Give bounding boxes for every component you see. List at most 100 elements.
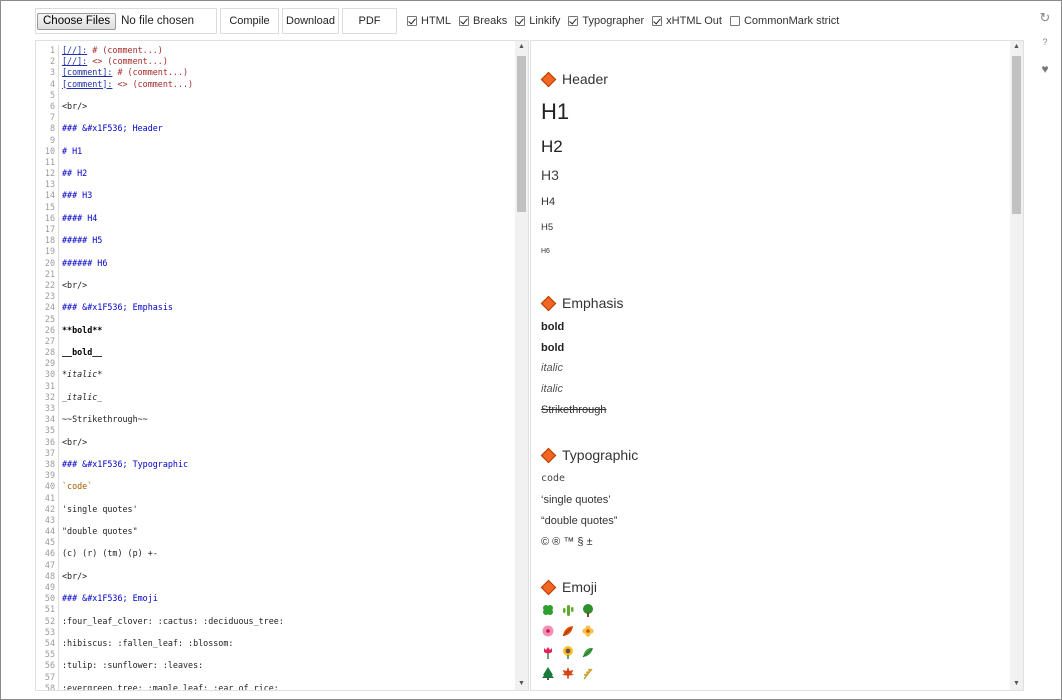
code-line[interactable]: 1 [//]: # (comment...)	[36, 45, 514, 57]
checkbox[interactable]	[458, 16, 469, 26]
line-text: #### H4	[62, 212, 98, 223]
code-line[interactable]: 16 #### H4	[36, 212, 514, 224]
code-line[interactable]: 41	[36, 492, 514, 504]
scroll-up-icon[interactable]: ▲	[515, 41, 528, 53]
code-line[interactable]: 22 <br/>	[36, 279, 514, 292]
scroll-down-icon[interactable]: ▼	[1010, 678, 1023, 690]
heart-icon[interactable]: ♥	[1038, 62, 1052, 76]
code-line[interactable]: 38 ### &#x1F536; Typographic	[36, 458, 514, 471]
code-line[interactable]: 8 ### &#x1F536; Header	[36, 123, 514, 135]
code-line[interactable]: 42 'single quotes'	[36, 503, 514, 515]
option-commonmark-strict[interactable]: CommonMark strict	[729, 15, 839, 27]
code-line[interactable]: 7	[36, 112, 514, 124]
code-line[interactable]: 9	[36, 134, 514, 146]
scroll-down-icon[interactable]: ▼	[515, 678, 528, 690]
code-line[interactable]: 46 (c) (r) (tm) (p) +-	[36, 548, 514, 560]
line-text: ### &#x1F536; Header	[62, 123, 163, 134]
code-line[interactable]: 21	[36, 268, 514, 280]
code-line[interactable]: 31	[36, 380, 514, 392]
option-breaks[interactable]: Breaks	[458, 15, 507, 27]
code-line[interactable]: 23	[36, 291, 514, 303]
code-line[interactable]: 17	[36, 224, 514, 236]
code-line[interactable]: 51	[36, 604, 514, 616]
scroll-up-icon[interactable]: ▲	[1010, 41, 1023, 53]
code-line[interactable]: 14 ### H3	[36, 190, 514, 202]
code-line[interactable]: 19	[36, 246, 514, 258]
code-line[interactable]: 53	[36, 626, 514, 638]
code-line[interactable]: 29	[36, 358, 514, 370]
line-text: :tulip: :sunflower: :leaves:	[62, 660, 204, 671]
gutter-divider	[58, 671, 62, 683]
code-line[interactable]: 15	[36, 201, 514, 213]
code-line[interactable]: 44 "double quotes"	[36, 526, 514, 538]
preview-scroll-thumb[interactable]	[1012, 56, 1021, 214]
line-text: __bold__	[62, 347, 103, 358]
code-line[interactable]: 36 <br/>	[36, 436, 514, 448]
code-lines[interactable]: 1 [//]: # (comment...) 2 [//]: <> (comment.…	[36, 45, 514, 690]
option-typographer[interactable]: Typographer	[568, 15, 644, 27]
checkbox[interactable]	[568, 16, 579, 26]
code-line[interactable]: 47	[36, 559, 514, 571]
code-line[interactable]: 57	[36, 671, 514, 683]
preview-symbols: © ® ™ § ±	[541, 536, 593, 548]
tulip-icon	[541, 645, 555, 659]
code-line[interactable]: 12 ## H2	[36, 168, 514, 180]
code-line[interactable]: 37	[36, 447, 514, 459]
code-line[interactable]: 56:tulip: :sunflower: :leaves:	[36, 660, 514, 672]
code-line[interactable]: 6 <br/>	[36, 100, 514, 113]
code-line[interactable]: 24 ### &#x1F536; Emphasis	[36, 302, 514, 314]
code-line[interactable]: 4 [comment]: <> (comment...)	[36, 78, 514, 90]
code-line[interactable]: 30 *italic*	[36, 369, 514, 381]
line-number: 21	[44, 268, 55, 279]
code-line[interactable]: 10 # H1	[36, 145, 514, 157]
code-line[interactable]: 55	[36, 649, 514, 661]
code-line[interactable]: 26 **bold**	[36, 324, 514, 336]
option-xhtml-out[interactable]: xHTML Out	[652, 15, 722, 27]
line-number: 1	[49, 45, 55, 55]
code-line[interactable]: 28 __bold__	[36, 347, 514, 359]
line-number: 27	[44, 335, 55, 346]
editor-scrollbar[interactable]: ▲ ▼	[515, 41, 528, 690]
markdown-editor[interactable]: 1 [//]: # (comment...) 2 [//]: <> (comment.…	[35, 40, 529, 691]
choose-files-button[interactable]: Choose Files	[37, 12, 117, 30]
preview-double-quotes: “double quotes”	[541, 515, 618, 527]
refresh-icon[interactable]: ↻	[1038, 10, 1052, 26]
preview-scrollbar[interactable]: ▲ ▼	[1010, 41, 1023, 690]
help-icon[interactable]: ?	[1038, 37, 1052, 47]
code-line[interactable]: 54:hibiscus: :fallen_leaf: :blossom:	[36, 637, 514, 650]
code-line[interactable]: 45	[36, 537, 514, 549]
code-line[interactable]: 25	[36, 313, 514, 325]
code-line[interactable]: 48 <br/>	[36, 570, 514, 582]
option-linkify[interactable]: Linkify	[515, 15, 560, 27]
code-line[interactable]: 35	[36, 425, 514, 437]
file-picker[interactable]: Choose Files No file chosen	[35, 8, 217, 34]
gutter-divider	[58, 492, 62, 504]
checkbox[interactable]	[729, 16, 740, 26]
compile-button[interactable]: Compile	[220, 8, 279, 34]
code-line[interactable]: 50 ### &#x1F536; Emoji	[36, 593, 514, 605]
code-line[interactable]: 32 _italic_	[36, 391, 514, 403]
code-line[interactable]: 27	[36, 335, 514, 348]
code-line[interactable]: 58:evergreen_tree: :maple_leaf: :ear_of_…	[36, 682, 514, 690]
checkbox[interactable]	[652, 16, 663, 26]
option-html[interactable]: HTML	[407, 15, 451, 27]
code-line[interactable]: 20 ###### H6	[36, 257, 514, 269]
code-line[interactable]: 13	[36, 179, 514, 191]
checkbox[interactable]	[407, 16, 417, 26]
code-line[interactable]: 11	[36, 156, 514, 169]
code-line[interactable]: 43	[36, 514, 514, 527]
code-line[interactable]: 2 [//]: <> (comment...)	[36, 56, 514, 68]
code-line[interactable]: 52:four_leaf_clover: :cactus: :deciduous…	[36, 615, 514, 627]
code-line[interactable]: 18 ##### H5	[36, 235, 514, 247]
code-line[interactable]: 40 `code`	[36, 481, 514, 493]
code-line[interactable]: 34 ~~Strikethrough~~	[36, 414, 514, 426]
code-line[interactable]: 5	[36, 89, 514, 101]
download-button[interactable]: Download	[282, 8, 339, 34]
code-line[interactable]: 33	[36, 403, 514, 415]
code-line[interactable]: 39	[36, 470, 514, 482]
code-line[interactable]: 3 [comment]: # (comment...)	[36, 67, 514, 79]
code-line[interactable]: 49	[36, 582, 514, 594]
checkbox[interactable]	[515, 16, 526, 26]
pdf-button[interactable]: PDF	[342, 8, 397, 34]
editor-scroll-thumb[interactable]	[517, 56, 526, 212]
